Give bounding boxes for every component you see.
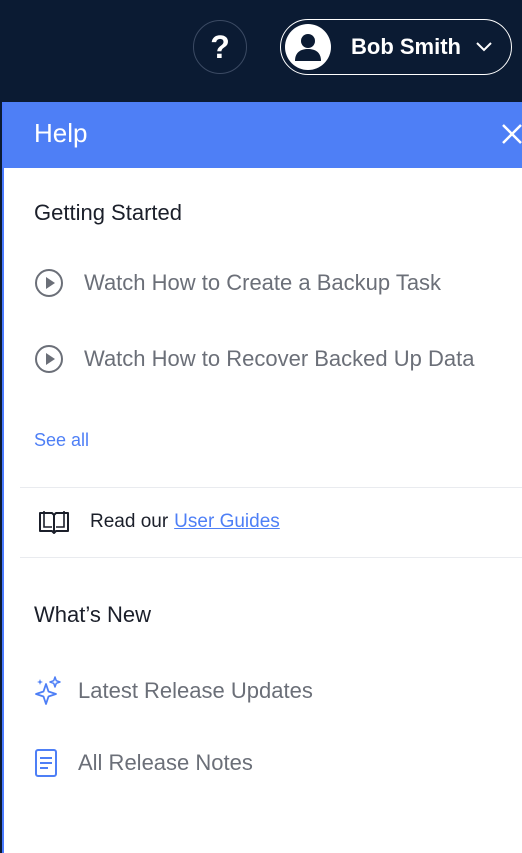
user-menu-button[interactable]: Bob Smith xyxy=(280,19,512,75)
whats-new-label: All Release Notes xyxy=(78,750,253,775)
help-panel-header: Help xyxy=(4,102,522,168)
all-release-notes-link[interactable]: All Release Notes xyxy=(34,748,253,778)
chevron-down-icon xyxy=(475,41,493,53)
guides-prefix: Read our xyxy=(90,511,169,532)
open-book-icon xyxy=(38,509,72,535)
video-link-label: Watch How to Create a Backup Task xyxy=(84,270,442,295)
user-guides-link[interactable]: User Guides xyxy=(174,511,280,533)
avatar xyxy=(285,24,331,70)
play-circle-icon xyxy=(34,268,68,298)
help-panel: Help Getting Started Watch How to Create… xyxy=(2,102,522,853)
user-guides-row: Read our User Guides xyxy=(38,509,280,535)
user-icon xyxy=(295,34,321,61)
divider xyxy=(20,487,522,488)
video-link-recover-data[interactable]: Watch How to Recover Backed Up Data xyxy=(34,344,474,374)
video-link-label: Watch How to Recover Backed Up Data xyxy=(84,346,475,371)
user-name: Bob Smith xyxy=(351,34,461,59)
help-button[interactable]: ? xyxy=(193,20,247,74)
latest-release-updates-link[interactable]: Latest Release Updates xyxy=(34,676,313,706)
whats-new-heading: What’s New xyxy=(34,602,151,627)
see-all-link[interactable]: See all xyxy=(34,430,89,451)
getting-started-heading: Getting Started xyxy=(34,200,182,225)
sparkle-icon xyxy=(34,676,64,706)
play-circle-icon xyxy=(34,344,68,374)
video-link-create-backup[interactable]: Watch How to Create a Backup Task xyxy=(34,268,441,298)
document-icon xyxy=(34,748,64,778)
divider xyxy=(20,557,522,558)
top-bar: ? Bob Smith xyxy=(0,0,522,102)
whats-new-label: Latest Release Updates xyxy=(78,678,313,703)
close-icon[interactable] xyxy=(500,120,522,148)
question-mark-icon: ? xyxy=(210,28,230,65)
help-panel-title: Help xyxy=(34,118,88,148)
